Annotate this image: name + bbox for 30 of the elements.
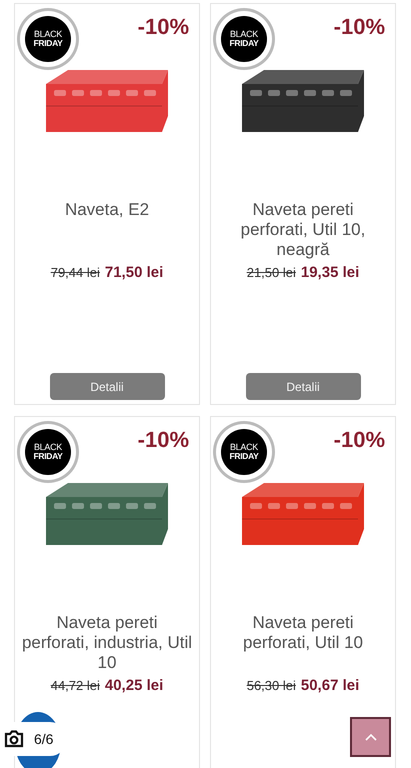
badge-text: BLACK (230, 30, 258, 40)
badge-text: FRIDAY (33, 452, 63, 461)
old-price: 21,50 lei (246, 265, 296, 280)
badge-text: BLACK (34, 30, 62, 40)
camera-icon (4, 730, 24, 748)
discount-label: -10% (334, 14, 385, 40)
details-button[interactable]: Detalii (246, 373, 360, 400)
discount-label: -10% (138, 14, 189, 40)
badge-text: FRIDAY (229, 452, 259, 461)
badge-text: FRIDAY (33, 39, 63, 48)
old-price: 79,44 lei (50, 265, 100, 280)
sale-price: 71,50 lei (104, 264, 164, 281)
product-title: Naveta, E2 (64, 200, 150, 221)
chevron-up-icon (364, 733, 376, 741)
old-price: 56,30 lei (246, 678, 296, 693)
discount-label: -10% (334, 427, 385, 453)
sale-price: 19,35 lei (300, 264, 360, 281)
badge-text: BLACK (34, 443, 62, 452)
product-title: Naveta pereti perforati, Util 10 (242, 613, 364, 654)
photo-count: 6/6 (34, 731, 54, 747)
scroll-to-top-button[interactable] (350, 717, 391, 757)
details-button[interactable]: Detalii (50, 373, 164, 400)
old-price: 44,72 lei (50, 678, 100, 693)
sale-price: 40,25 lei (104, 677, 164, 694)
sale-price: 50,67 lei (300, 677, 360, 694)
product-title: Naveta pereti perforati, Util 10, neagră (240, 200, 366, 260)
product-title: Naveta pereti perforati, industria, Util 10 (20, 613, 194, 673)
badge-text: BLACK (230, 443, 258, 452)
discount-label: -10% (138, 427, 189, 453)
badge-text: FRIDAY (229, 39, 259, 48)
